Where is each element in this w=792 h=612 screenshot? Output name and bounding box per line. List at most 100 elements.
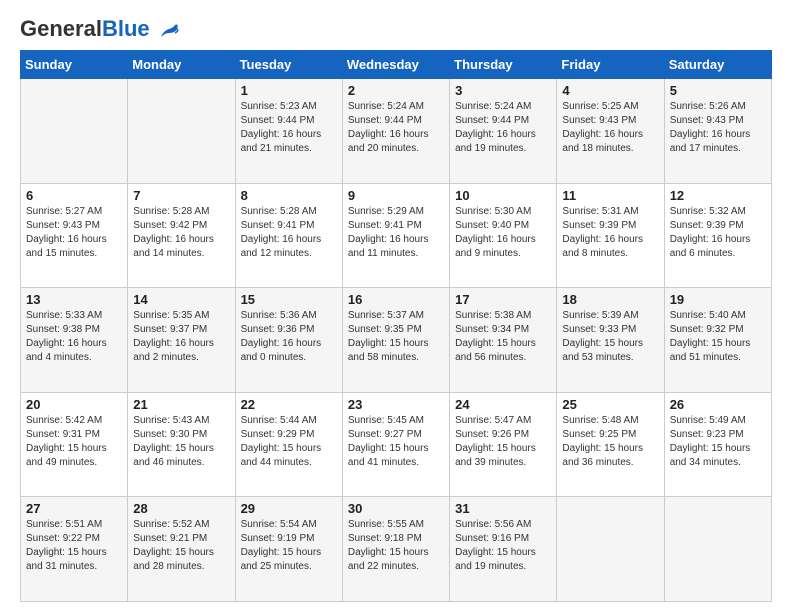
day-info: Sunrise: 5:45 AMSunset: 9:27 PMDaylight:… [348, 414, 444, 470]
day-info: Sunrise: 5:29 AMSunset: 9:41 PMDaylight:… [348, 205, 444, 261]
day-number: 4 [562, 83, 658, 98]
day-number: 5 [670, 83, 766, 98]
day-number: 27 [26, 501, 122, 516]
day-info: Sunrise: 5:43 AMSunset: 9:30 PMDaylight:… [133, 414, 229, 470]
day-number: 11 [562, 188, 658, 203]
calendar-cell: 8 Sunrise: 5:28 AMSunset: 9:41 PMDaylight… [235, 183, 342, 288]
calendar-cell [664, 497, 771, 602]
day-number: 20 [26, 397, 122, 412]
day-number: 31 [455, 501, 551, 516]
day-number: 3 [455, 83, 551, 98]
calendar-cell: 7 Sunrise: 5:28 AMSunset: 9:42 PMDaylight… [128, 183, 235, 288]
day-header: Saturday [664, 51, 771, 79]
day-number: 29 [241, 501, 337, 516]
calendar-cell [557, 497, 664, 602]
day-number: 21 [133, 397, 229, 412]
day-number: 1 [241, 83, 337, 98]
day-number: 12 [670, 188, 766, 203]
day-info: Sunrise: 5:56 AMSunset: 9:16 PMDaylight:… [455, 518, 551, 574]
calendar-cell: 16Sunrise: 5:37 AMSunset: 9:35 PMDayligh… [342, 288, 449, 393]
day-number: 7 [133, 188, 229, 203]
day-info: Sunrise: 5:30 AMSunset: 9:40 PMDaylight:… [455, 205, 551, 261]
day-info: Sunrise: 5:42 AMSunset: 9:31 PMDaylight:… [26, 414, 122, 470]
day-number: 18 [562, 292, 658, 307]
logo: GeneralBlue [20, 16, 179, 42]
calendar-table: SundayMondayTuesdayWednesdayThursdayFrid… [20, 50, 772, 602]
day-info: Sunrise: 5:39 AMSunset: 9:33 PMDaylight:… [562, 309, 658, 365]
day-info: Sunrise: 5:38 AMSunset: 9:34 PMDaylight:… [455, 309, 551, 365]
day-info: Sunrise: 5:28 AMSunset: 9:41 PMDaylight:… [241, 205, 337, 261]
day-info: Sunrise: 5:37 AMSunset: 9:35 PMDaylight:… [348, 309, 444, 365]
calendar-cell: 11Sunrise: 5:31 AMSunset: 9:39 PMDayligh… [557, 183, 664, 288]
day-info: Sunrise: 5:28 AMSunset: 9:42 PMDaylight:… [133, 205, 229, 261]
calendar-cell: 10 Sunrise: 5:30 AMSunset: 9:40 PMDayligh… [450, 183, 557, 288]
calendar-cell: 29Sunrise: 5:54 AMSunset: 9:19 PMDayligh… [235, 497, 342, 602]
calendar-cell: 5Sunrise: 5:26 AMSunset: 9:43 PMDaylight… [664, 79, 771, 184]
logo-general: General [20, 16, 102, 41]
calendar-cell: 15 Sunrise: 5:36 AMSunset: 9:36 PMDayligh… [235, 288, 342, 393]
day-number: 13 [26, 292, 122, 307]
day-info: Sunrise: 5:52 AMSunset: 9:21 PMDaylight:… [133, 518, 229, 574]
day-info: Sunrise: 5:24 AMSunset: 9:44 PMDaylight:… [348, 100, 444, 156]
calendar-cell: 24 Sunrise: 5:47 AMSunset: 9:26 PMDayligh… [450, 392, 557, 497]
day-info: Sunrise: 5:51 AMSunset: 9:22 PMDaylight:… [26, 518, 122, 574]
day-header: Monday [128, 51, 235, 79]
calendar-cell: 14Sunrise: 5:35 AMSunset: 9:37 PMDayligh… [128, 288, 235, 393]
day-number: 14 [133, 292, 229, 307]
day-info: Sunrise: 5:40 AMSunset: 9:32 PMDaylight:… [670, 309, 766, 365]
calendar-cell: 31 Sunrise: 5:56 AMSunset: 9:16 PMDayligh… [450, 497, 557, 602]
day-number: 23 [348, 397, 444, 412]
day-header: Wednesday [342, 51, 449, 79]
calendar-cell: 19 Sunrise: 5:40 AMSunset: 9:32 PMDayligh… [664, 288, 771, 393]
logo-blue: Blue [102, 16, 150, 41]
day-number: 6 [26, 188, 122, 203]
calendar-cell: 17 Sunrise: 5:38 AMSunset: 9:34 PMDayligh… [450, 288, 557, 393]
header: GeneralBlue [20, 16, 772, 42]
calendar-cell: 9 Sunrise: 5:29 AMSunset: 9:41 PMDaylight… [342, 183, 449, 288]
calendar-cell: 20 Sunrise: 5:42 AMSunset: 9:31 PMDayligh… [21, 392, 128, 497]
page: GeneralBlue SundayMondayTuesdayWednesday… [0, 0, 792, 612]
day-info: Sunrise: 5:33 AMSunset: 9:38 PMDaylight:… [26, 309, 122, 365]
calendar-cell: 13 Sunrise: 5:33 AMSunset: 9:38 PMDayligh… [21, 288, 128, 393]
calendar-cell: 4 Sunrise: 5:25 AMSunset: 9:43 PMDaylight… [557, 79, 664, 184]
calendar-cell [21, 79, 128, 184]
day-number: 28 [133, 501, 229, 516]
day-number: 15 [241, 292, 337, 307]
day-info: Sunrise: 5:36 AMSunset: 9:36 PMDaylight:… [241, 309, 337, 365]
calendar-cell: 12 Sunrise: 5:32 AMSunset: 9:39 PMDayligh… [664, 183, 771, 288]
day-info: Sunrise: 5:23 AMSunset: 9:44 PMDaylight:… [241, 100, 337, 156]
calendar-cell: 30 Sunrise: 5:55 AMSunset: 9:18 PMDayligh… [342, 497, 449, 602]
day-number: 2 [348, 83, 444, 98]
calendar-cell: 6 Sunrise: 5:27 AMSunset: 9:43 PMDaylight… [21, 183, 128, 288]
day-number: 8 [241, 188, 337, 203]
calendar-cell: 18 Sunrise: 5:39 AMSunset: 9:33 PMDayligh… [557, 288, 664, 393]
day-info: Sunrise: 5:27 AMSunset: 9:43 PMDaylight:… [26, 205, 122, 261]
day-number: 10 [455, 188, 551, 203]
calendar-cell: 26Sunrise: 5:49 AMSunset: 9:23 PMDayligh… [664, 392, 771, 497]
day-number: 24 [455, 397, 551, 412]
calendar-cell: 22 Sunrise: 5:44 AMSunset: 9:29 PMDayligh… [235, 392, 342, 497]
day-info: Sunrise: 5:25 AMSunset: 9:43 PMDaylight:… [562, 100, 658, 156]
day-header: Thursday [450, 51, 557, 79]
calendar-cell: 3 Sunrise: 5:24 AMSunset: 9:44 PMDaylight… [450, 79, 557, 184]
day-number: 9 [348, 188, 444, 203]
calendar-cell: 21 Sunrise: 5:43 AMSunset: 9:30 PMDayligh… [128, 392, 235, 497]
calendar-cell: 1 Sunrise: 5:23 AMSunset: 9:44 PMDaylight… [235, 79, 342, 184]
day-number: 22 [241, 397, 337, 412]
day-info: Sunrise: 5:44 AMSunset: 9:29 PMDaylight:… [241, 414, 337, 470]
day-info: Sunrise: 5:49 AMSunset: 9:23 PMDaylight:… [670, 414, 766, 470]
logo-bird-icon [157, 23, 179, 41]
day-info: Sunrise: 5:47 AMSunset: 9:26 PMDaylight:… [455, 414, 551, 470]
day-number: 17 [455, 292, 551, 307]
calendar-cell [128, 79, 235, 184]
day-header: Tuesday [235, 51, 342, 79]
day-info: Sunrise: 5:55 AMSunset: 9:18 PMDaylight:… [348, 518, 444, 574]
day-number: 19 [670, 292, 766, 307]
day-info: Sunrise: 5:32 AMSunset: 9:39 PMDaylight:… [670, 205, 766, 261]
day-number: 25 [562, 397, 658, 412]
day-header: Friday [557, 51, 664, 79]
day-info: Sunrise: 5:24 AMSunset: 9:44 PMDaylight:… [455, 100, 551, 156]
calendar-cell: 23 Sunrise: 5:45 AMSunset: 9:27 PMDayligh… [342, 392, 449, 497]
day-number: 30 [348, 501, 444, 516]
calendar-cell: 25Sunrise: 5:48 AMSunset: 9:25 PMDayligh… [557, 392, 664, 497]
